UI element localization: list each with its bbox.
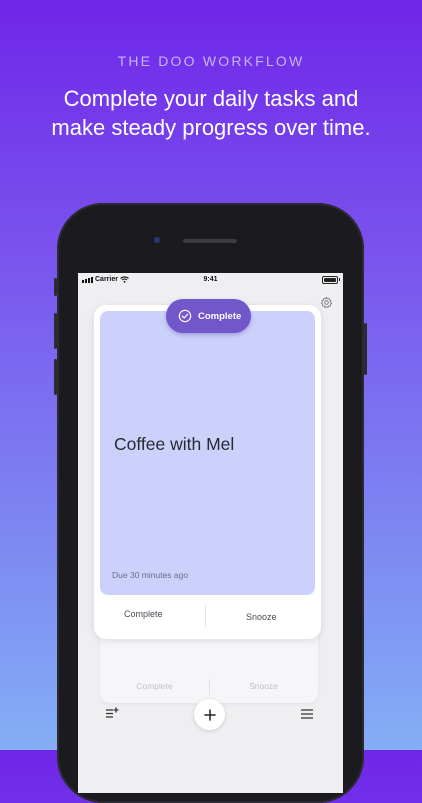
add-task-button[interactable] — [194, 699, 225, 730]
phone-screen: Carrier 9:41 Complete Snooze Coffee with… — [78, 273, 343, 793]
bottom-toolbar — [78, 693, 343, 737]
complete-button[interactable]: Complete — [124, 609, 163, 619]
check-circle-icon — [178, 309, 192, 323]
complete-badge-label: Complete — [198, 310, 242, 322]
task-card-actions: Complete Snooze — [94, 597, 321, 639]
status-bar: Carrier 9:41 — [78, 273, 343, 287]
status-time: 9:41 — [203, 276, 218, 283]
task-card-divider — [205, 605, 206, 627]
battery-icon — [322, 276, 340, 284]
task-title: Coffee with Mel — [114, 434, 235, 454]
phone-frame: Carrier 9:41 Complete Snooze Coffee with… — [54, 203, 367, 803]
hamburger-icon[interactable] — [300, 707, 314, 721]
task-card-face[interactable]: Coffee with Mel Due 30 minutes ago — [100, 311, 315, 595]
front-camera — [154, 237, 160, 243]
task-due-label: Due 30 minutes ago — [112, 570, 189, 580]
earpiece-speaker — [183, 239, 237, 243]
promo-headline-line-1: Complete your daily tasks and — [63, 86, 359, 111]
gear-icon[interactable] — [320, 296, 333, 309]
complete-badge[interactable]: Complete — [166, 299, 251, 333]
back-complete-button: Complete — [136, 681, 173, 691]
phone-button-left-3 — [54, 359, 57, 395]
phone-button-left-1 — [54, 278, 57, 296]
phone-button-left-2 — [54, 313, 57, 349]
phone-button-right — [364, 323, 367, 375]
promo-headline-line-2: make steady progress over time. — [51, 115, 371, 140]
promo-eyebrow: THE DOO WORKFLOW — [117, 53, 305, 69]
snooze-button[interactable]: Snooze — [246, 612, 277, 622]
task-card[interactable]: Coffee with Mel Due 30 minutes ago Compl… — [94, 305, 321, 639]
sort-add-icon[interactable] — [105, 706, 119, 720]
plus-icon — [203, 708, 216, 721]
promo-headline: Complete your daily tasks and make stead… — [0, 84, 422, 142]
back-snooze-button: Snooze — [249, 681, 278, 691]
